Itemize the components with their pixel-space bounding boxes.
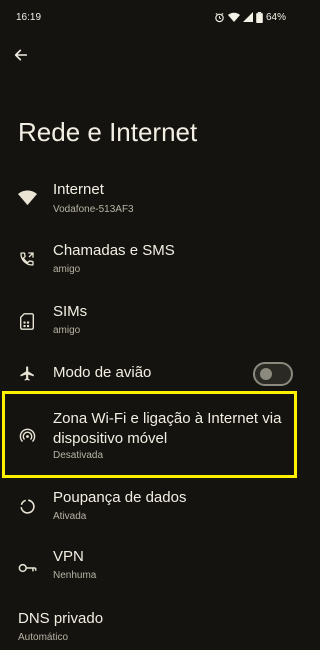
data-saver-item[interactable]: Poupança de dados Ativada [0, 481, 300, 537]
sim-card-icon [17, 311, 37, 331]
battery-percentage: 64% [265, 11, 286, 23]
airplane-icon [17, 363, 37, 383]
status-time: 16:19 [16, 11, 42, 23]
vpn-item[interactable]: VPN Nenhuma [0, 541, 300, 597]
internet-subtitle: Vodafone-513AF3 [53, 204, 134, 215]
vpn-key-icon [17, 558, 37, 578]
page-title: Rede e Internet [18, 117, 198, 147]
alarm-icon [214, 12, 225, 23]
status-bar: 16:19 64% [0, 0, 300, 34]
wifi-icon [227, 12, 240, 23]
data-saver-subtitle: Ativada [53, 511, 87, 522]
calls-sms-item[interactable]: Chamadas e SMS amigo [0, 232, 300, 288]
data-saver-title: Poupança de dados [53, 489, 187, 506]
data-saver-icon [17, 496, 37, 516]
private-dns-subtitle: Automático [18, 632, 69, 643]
sims-item[interactable]: SIMs amigo [0, 293, 300, 349]
wifi-icon [17, 188, 37, 208]
airplane-mode-toggle[interactable] [253, 362, 293, 386]
arrow-back-icon [13, 47, 29, 68]
back-button[interactable] [8, 44, 34, 70]
battery-icon [256, 11, 263, 23]
internet-title: Internet [53, 181, 104, 198]
calls-sms-subtitle: amigo [53, 264, 81, 275]
private-dns-title: DNS privado [18, 610, 104, 627]
vpn-subtitle: Nenhuma [53, 570, 97, 581]
vpn-title: VPN [53, 548, 84, 565]
airplane-mode-title: Modo de avião [53, 364, 152, 381]
phone-forward-icon [17, 249, 37, 269]
calls-sms-title: Chamadas e SMS [53, 242, 175, 259]
status-icons: 64% [214, 11, 286, 23]
internet-item[interactable]: Internet Vodafone-513AF3 [0, 170, 300, 226]
sims-subtitle: amigo [53, 325, 81, 336]
toggle-knob [260, 368, 272, 380]
sims-title: SIMs [53, 303, 88, 320]
highlight-box [2, 391, 297, 478]
private-dns-item[interactable]: DNS privado Automático [0, 603, 300, 650]
signal-icon [242, 12, 253, 22]
